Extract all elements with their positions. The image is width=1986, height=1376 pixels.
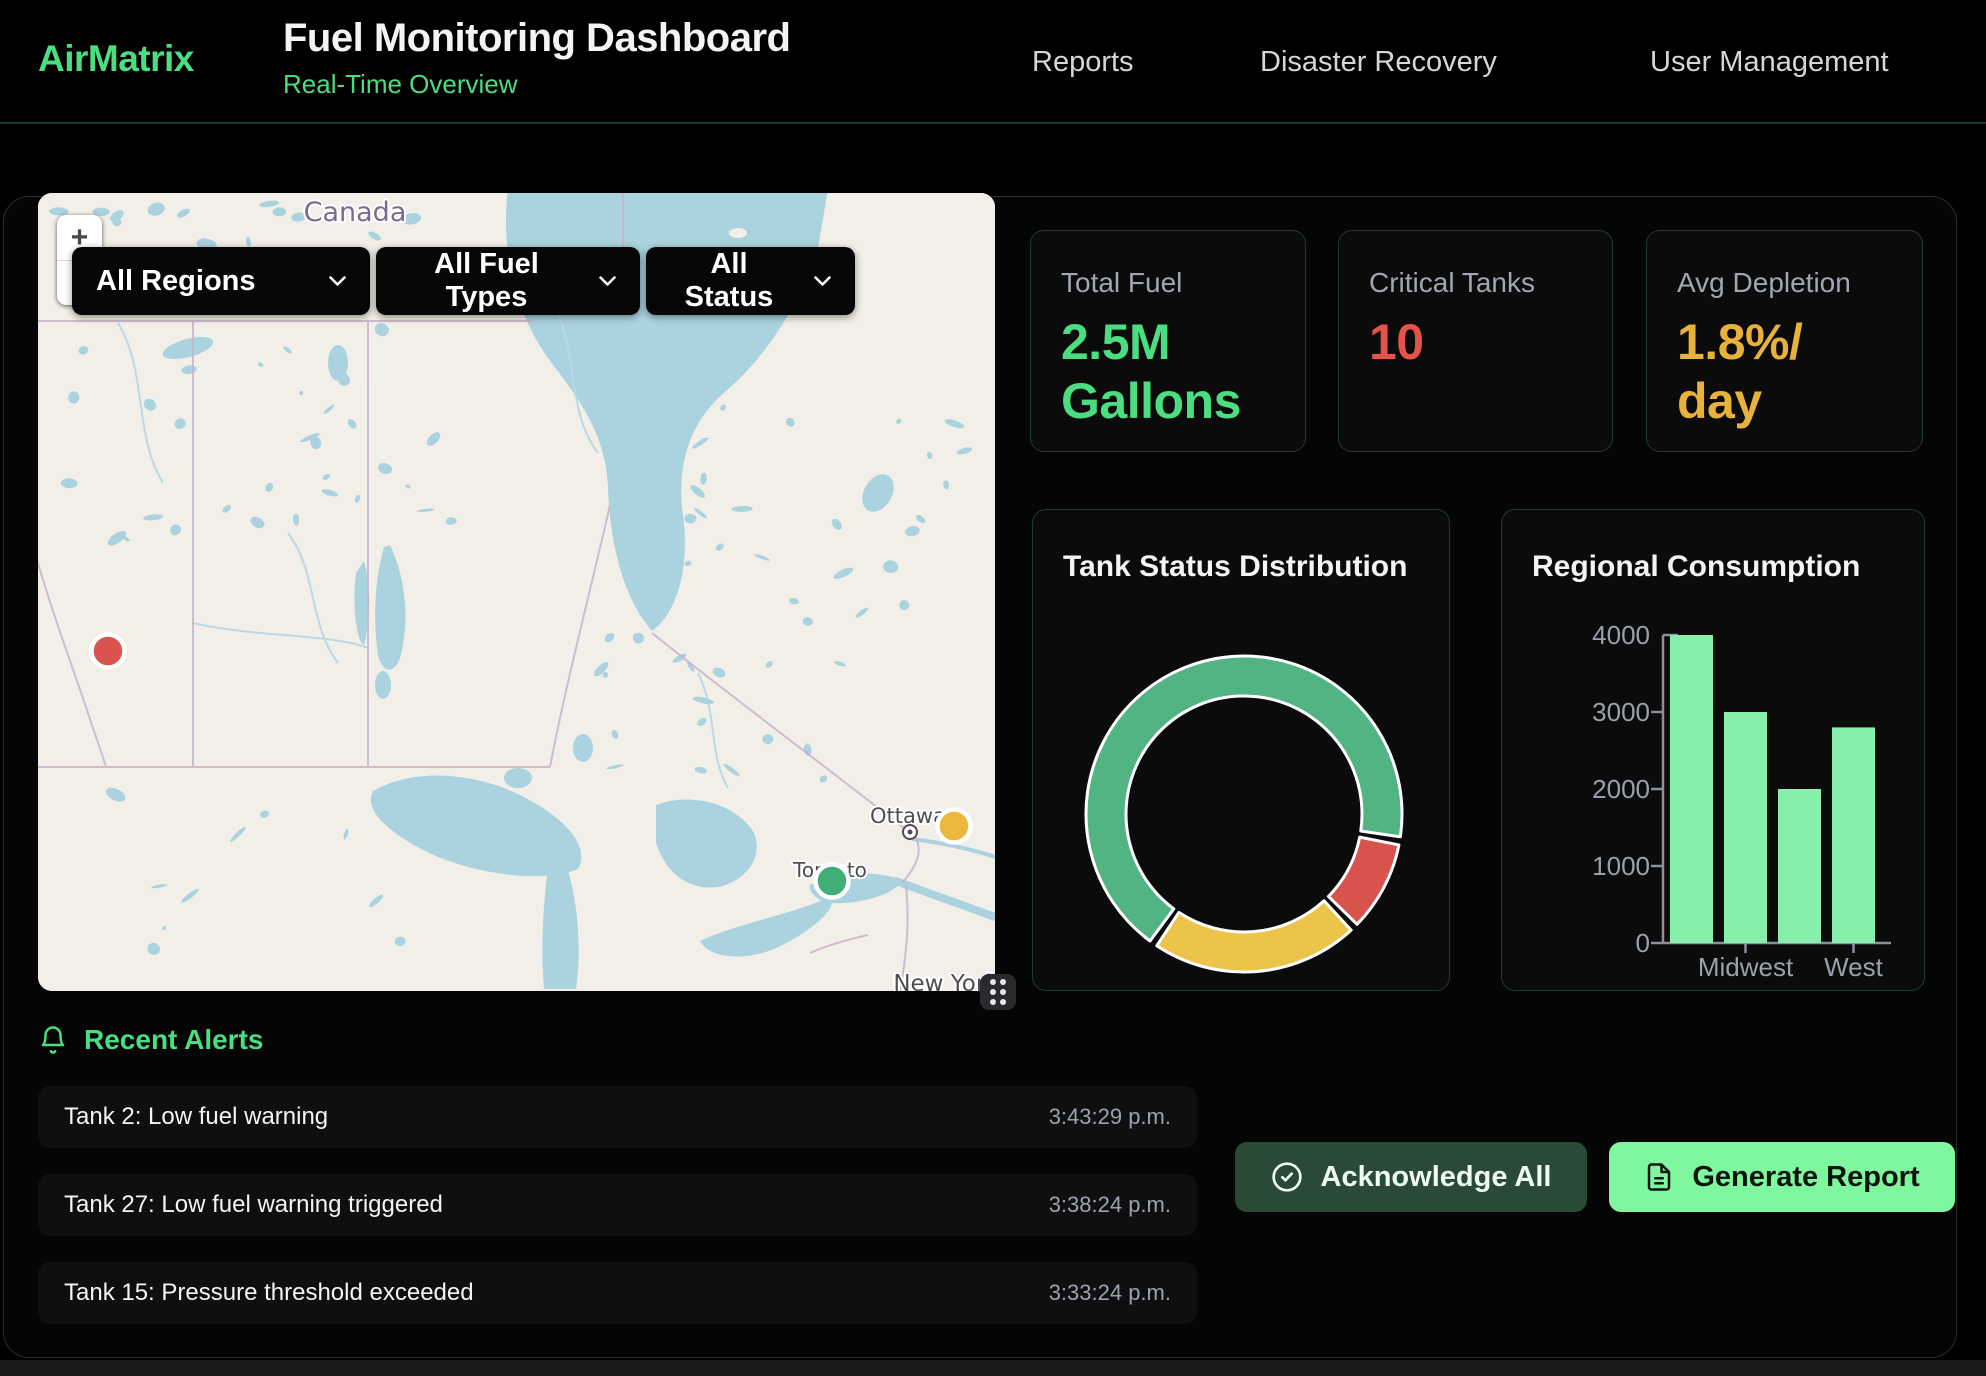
- acknowledge-all-label: Acknowledge All: [1321, 1161, 1552, 1194]
- tank-status-chart-card: Tank Status Distribution: [1032, 509, 1450, 991]
- nav-item-disaster-recovery[interactable]: Disaster Recovery: [1260, 46, 1497, 79]
- svg-text:4000: 4000: [1592, 620, 1650, 650]
- chevron-down-icon: [788, 276, 831, 287]
- nav-item-reports[interactable]: Reports: [1032, 46, 1134, 79]
- alert-timestamp: 3:33:24 p.m.: [1049, 1280, 1171, 1306]
- stat-label: Critical Tanks: [1369, 267, 1582, 299]
- stat-value-critical-tanks: 10: [1369, 313, 1582, 372]
- alert-message: Tank 2: Low fuel warning: [64, 1103, 328, 1131]
- regional-consumption-chart-card: Regional Consumption 01000200030004000Mi…: [1501, 509, 1925, 991]
- recent-alerts-title: Recent Alerts: [84, 1024, 263, 1056]
- map-label-canada: Canada: [304, 197, 407, 228]
- map-marker-critical[interactable]: [92, 635, 125, 668]
- recent-alerts-header: Recent Alerts: [38, 1024, 263, 1056]
- status-filter-dropdown[interactable]: All Status: [646, 247, 855, 315]
- generate-report-button[interactable]: Generate Report: [1609, 1142, 1955, 1212]
- dashboard-root: AirMatrix Fuel Monitoring Dashboard Real…: [0, 0, 1986, 1376]
- stat-value-total-fuel: 2.5M Gallons: [1061, 313, 1275, 431]
- bell-icon: [38, 1024, 68, 1056]
- map-panel[interactable]: Canada Ottawa Toronto New York + − All R…: [38, 193, 995, 991]
- svg-text:1000: 1000: [1592, 851, 1650, 881]
- alert-row[interactable]: Tank 15: Pressure threshold exceeded 3:3…: [38, 1262, 1197, 1324]
- app-logo[interactable]: AirMatrix: [38, 38, 194, 80]
- stat-value-avg-depletion: 1.8%/ day: [1677, 313, 1892, 431]
- map-drag-handle[interactable]: [980, 974, 1016, 1010]
- title-block: Fuel Monitoring Dashboard Real-Time Over…: [283, 16, 790, 100]
- tank-status-donut-chart: [1033, 510, 1451, 992]
- acknowledge-all-button[interactable]: Acknowledge All: [1235, 1142, 1587, 1212]
- chevron-down-icon: [573, 276, 616, 287]
- svg-text:3000: 3000: [1592, 697, 1650, 727]
- generate-report-label: Generate Report: [1692, 1161, 1919, 1194]
- map-marker-normal[interactable]: [816, 865, 849, 898]
- regional-consumption-bar-chart: 0 1000 2000 3000 4000 Midwest West: [1502, 510, 1926, 992]
- svg-text:Midwest: Midwest: [1698, 952, 1794, 982]
- stat-label: Total Fuel: [1061, 267, 1275, 299]
- map-filters: All Regions All Fuel Types All Status: [72, 247, 855, 315]
- nav: Reports: [1032, 0, 1134, 124]
- alert-message: Tank 15: Pressure threshold exceeded: [64, 1279, 474, 1307]
- stat-card-total-fuel: Total Fuel 2.5M Gallons: [1030, 230, 1306, 452]
- chevron-down-icon: [303, 276, 346, 287]
- map-island: [729, 228, 747, 238]
- ottawa-town-icon: [903, 825, 917, 839]
- stat-label: Avg Depletion: [1677, 267, 1892, 299]
- bottom-strip: [0, 1360, 1986, 1376]
- page-subtitle: Real-Time Overview: [283, 69, 790, 100]
- alert-timestamp: 3:43:29 p.m.: [1049, 1104, 1171, 1130]
- stat-card-critical-tanks: Critical Tanks 10: [1338, 230, 1613, 452]
- nav-item-user-management[interactable]: User Management: [1650, 46, 1889, 79]
- app-header: AirMatrix Fuel Monitoring Dashboard Real…: [0, 0, 1986, 124]
- alert-message: Tank 27: Low fuel warning triggered: [64, 1191, 443, 1219]
- status-filter-value: All Status: [670, 248, 788, 314]
- alert-timestamp: 3:38:24 p.m.: [1049, 1192, 1171, 1218]
- report-document-icon: [1644, 1161, 1674, 1193]
- fuel-type-filter-value: All Fuel Types: [400, 248, 573, 314]
- check-circle-icon: [1271, 1161, 1303, 1193]
- svg-text:2000: 2000: [1592, 774, 1650, 804]
- alert-row[interactable]: Tank 2: Low fuel warning 3:43:29 p.m.: [38, 1086, 1197, 1148]
- stat-card-avg-depletion: Avg Depletion 1.8%/ day: [1646, 230, 1923, 452]
- alert-row[interactable]: Tank 27: Low fuel warning triggered 3:38…: [38, 1174, 1197, 1236]
- svg-text:0: 0: [1636, 928, 1650, 958]
- svg-text:West: West: [1824, 952, 1884, 982]
- region-filter-dropdown[interactable]: All Regions: [72, 247, 370, 315]
- region-filter-value: All Regions: [96, 265, 256, 298]
- page-title: Fuel Monitoring Dashboard: [283, 16, 790, 61]
- map-marker-warning[interactable]: [938, 810, 971, 843]
- fuel-type-filter-dropdown[interactable]: All Fuel Types: [376, 247, 640, 315]
